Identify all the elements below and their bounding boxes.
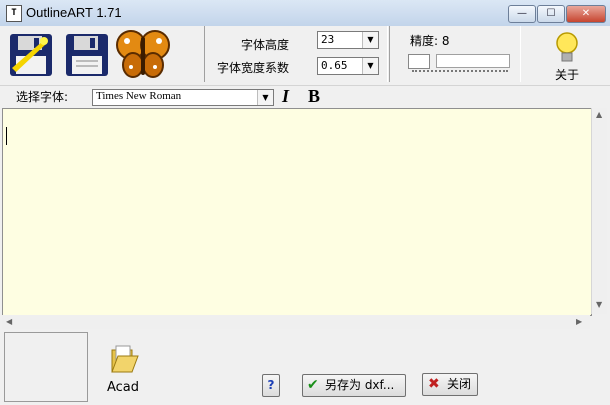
precision-panel: 精度: 8: [389, 26, 521, 82]
precision-slider-track[interactable]: [436, 54, 510, 68]
maximize-button[interactable]: ☐: [537, 5, 565, 23]
close-x-icon: ✖: [428, 376, 440, 392]
title-bar: T OutlineART 1.71 — ☐ ✕: [0, 0, 610, 27]
new-file-icon[interactable]: [8, 32, 54, 78]
font-family-select[interactable]: Times New Roman ▼: [92, 89, 274, 106]
font-width-select[interactable]: 0.65 ▼: [317, 57, 379, 75]
font-height-label: 字体高度: [241, 38, 290, 52]
scroll-left-icon[interactable]: ◀: [6, 317, 12, 326]
checkmark-icon: ✔: [307, 377, 319, 393]
main-window: T OutlineART 1.71 — ☐ ✕ 字体高度 23 ▼ 字体宽度系数…: [0, 0, 610, 405]
scroll-up-icon[interactable]: ▲: [596, 110, 602, 119]
lightbulb-icon[interactable]: [552, 30, 582, 64]
font-row: 选择字体: Times New Roman ▼ I B: [0, 85, 610, 108]
scroll-right-icon[interactable]: ▶: [576, 317, 582, 326]
acad-folder-icon[interactable]: [108, 344, 140, 376]
save-as-dxf-label: 另存为 dxf...: [325, 378, 395, 392]
close-label: 关闭: [447, 377, 472, 391]
butterfly-logo-icon: [116, 29, 170, 81]
chevron-down-icon[interactable]: ▼: [362, 32, 378, 48]
preview-box: [4, 332, 88, 402]
precision-ticks: [412, 70, 508, 74]
question-icon: ?: [267, 378, 275, 392]
precision-label: 精度: 8: [410, 34, 450, 48]
close-button[interactable]: ✖ 关闭: [422, 373, 478, 396]
bold-toggle[interactable]: B: [308, 86, 320, 107]
chevron-down-icon[interactable]: ▼: [257, 90, 273, 105]
text-editor[interactable]: [2, 108, 592, 316]
select-font-label: 选择字体:: [16, 90, 69, 104]
chevron-down-icon[interactable]: ▼: [362, 58, 378, 74]
horizontal-scrollbar[interactable]: ◀ ▶: [2, 315, 590, 329]
scroll-down-icon[interactable]: ▼: [596, 300, 602, 309]
font-family-value: Times New Roman: [96, 90, 182, 102]
font-width-label: 字体宽度系数: [217, 61, 290, 75]
font-height-value: 23: [321, 33, 335, 46]
about-label[interactable]: 关于: [555, 66, 579, 83]
app-icon: T: [6, 5, 22, 22]
save-as-dxf-button[interactable]: ✔ 另存为 dxf...: [302, 374, 406, 397]
acad-label[interactable]: Acad: [107, 380, 139, 395]
help-button[interactable]: ?: [262, 374, 280, 397]
close-window-button[interactable]: ✕: [566, 5, 606, 23]
window-title: OutlineART 1.71: [26, 5, 122, 20]
italic-toggle[interactable]: I: [282, 86, 289, 107]
vertical-scrollbar[interactable]: ▲ ▼: [591, 108, 607, 314]
precision-slider-thumb[interactable]: [408, 54, 430, 69]
minimize-button[interactable]: —: [508, 5, 536, 23]
text-caret: [6, 127, 7, 145]
font-height-select[interactable]: 23 ▼: [317, 31, 379, 49]
toolbar: 字体高度 23 ▼ 字体宽度系数 0.65 ▼ 精度: 8 关于: [0, 26, 610, 84]
font-size-panel: 字体高度 23 ▼ 字体宽度系数 0.65 ▼: [204, 26, 388, 82]
font-width-value: 0.65: [321, 59, 348, 72]
open-file-icon[interactable]: [64, 32, 110, 78]
